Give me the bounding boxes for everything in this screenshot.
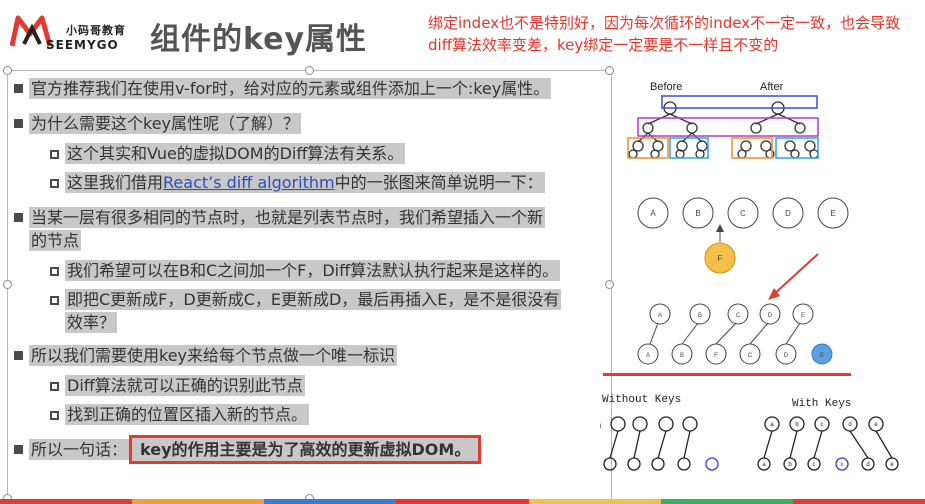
node-label: F — [714, 353, 718, 359]
node-label: C — [736, 313, 741, 319]
before-label: Before — [650, 81, 682, 93]
square-bullet-icon — [50, 150, 59, 159]
line-text: 官方推荐我们在使用v-for时，给对应的元素或组件添加上一个:key属性。 — [29, 78, 552, 99]
line-continuation: 的节点 — [29, 230, 82, 252]
line-text: 效率？ — [65, 312, 118, 333]
bullet-line: 当某一层有很多相同的节点时，也就是列表节点时，我们希望插入一个新 — [14, 207, 546, 229]
node-label: E — [830, 209, 835, 218]
key-label: c — [813, 462, 816, 468]
line-text: 我们希望可以在B和C之间加一个F，Diff算法默认执行起来是这样的。 — [65, 260, 561, 281]
red-underline — [603, 373, 851, 376]
logo-cn-text: 小码哥教育 — [66, 24, 126, 37]
line-text: 所以一句话： — [29, 439, 130, 460]
line-text: 这里我们借用 — [67, 173, 164, 192]
node-label: B — [695, 209, 700, 218]
bullet-line: 所以一句话： key的作用主要是为了高效的更新虚拟DOM。 — [14, 435, 482, 464]
bottom-color-bar — [0, 499, 925, 504]
key-label: d — [866, 462, 869, 468]
node-label: E — [801, 313, 805, 319]
bullet-icon — [14, 351, 23, 360]
node-label: A — [646, 353, 650, 359]
key-label: e — [890, 462, 894, 468]
key-label: c — [821, 422, 824, 428]
line-text: 找到正确的位置区插入新的节点。 — [65, 404, 310, 425]
line-text: 即把C更新成F，D更新成C，E更新成D，最后再插入E，是不是很没有 — [65, 289, 562, 310]
node-label: D — [768, 313, 773, 319]
square-bullet-icon — [50, 411, 59, 420]
node-label: A — [658, 313, 662, 319]
resize-handle[interactable] — [3, 66, 12, 75]
node-label: D — [784, 353, 789, 359]
react-diff-link[interactable]: React’s diff algorithm — [163, 173, 335, 192]
key-label: a — [770, 422, 774, 428]
line-text: 中的一张图来简单说明一下： — [334, 173, 543, 192]
node-label: E — [820, 353, 824, 359]
bullet-icon — [14, 213, 23, 222]
bullet-icon — [14, 119, 23, 128]
node-label: A — [650, 209, 656, 218]
node-label: F — [718, 254, 723, 263]
key-label: b — [795, 422, 799, 428]
node-label: B — [680, 353, 684, 359]
logo-en-text: SEEMYGO — [46, 38, 119, 52]
bullet-line: 所以我们需要使用key来给每个节点做一个唯一标识 — [14, 345, 398, 367]
sub-bullet-line: Diff算法就可以正确的识别此节点 — [50, 375, 305, 397]
line-text: 的节点 — [29, 230, 82, 251]
key-label: a — [762, 462, 766, 468]
node-label: C — [740, 209, 746, 218]
bullet-line: 为什么需要这个key属性呢（了解）？ — [14, 113, 302, 135]
key-label: e — [874, 422, 878, 428]
annotation-note: 绑定index也不是特别好，因为每次循环的index不一定一致，也会导致diff… — [428, 14, 901, 54]
key-label: x — [841, 462, 844, 468]
node-label: D — [785, 209, 791, 218]
line-text: 这个其实和Vue的虚拟DOM的Diff算法有关系。 — [65, 143, 406, 164]
without-keys-label: Without Keys — [602, 394, 681, 406]
sub-bullet-line: 找到正确的位置区插入新的节点。 — [50, 404, 310, 426]
key-label: b — [788, 462, 792, 468]
square-bullet-icon — [50, 179, 59, 188]
sub-bullet-line: 我们希望可以在B和C之间加一个F，Diff算法默认执行起来是这样的。 — [50, 260, 561, 282]
resize-handle[interactable] — [305, 66, 314, 75]
square-bullet-icon — [50, 267, 59, 276]
bullet-line: 官方推荐我们在使用v-for时，给对应的元素或组件添加上一个:key属性。 — [14, 78, 552, 100]
bullet-icon — [14, 84, 23, 93]
diff-diagram: Before After A B C D E F A B C D E A B F… — [600, 81, 899, 471]
line-text: 为什么需要这个key属性呢（了解）？ — [29, 113, 302, 134]
key-label: d — [848, 422, 851, 428]
after-label: After — [760, 81, 784, 93]
slide-title: 组件的key属性 — [150, 22, 368, 57]
line-text: 所以我们需要使用key来给每个节点做一个唯一标识 — [29, 345, 398, 366]
sub-bullet-line: 这个其实和Vue的虚拟DOM的Diff算法有关系。 — [50, 143, 406, 165]
sub-bullet-line: 这里我们借用React’s diff algorithm中的一张图来简单说明一下… — [50, 172, 545, 194]
sub-bullet-line: 即把C更新成F，D更新成C，E更新成D，最后再插入E，是不是很没有 — [50, 289, 562, 311]
square-bullet-icon — [50, 382, 59, 391]
key-conclusion-box: key的作用主要是为了高效的更新虚拟DOM。 — [129, 435, 482, 464]
logo: 小码哥教育 SEEMYGO — [10, 14, 130, 54]
line-text: 当某一层有很多相同的节点时，也就是列表节点时，我们希望插入一个新 — [29, 207, 546, 228]
resize-handle[interactable] — [3, 280, 12, 289]
node-label: B — [698, 313, 702, 319]
with-keys-label: With Keys — [792, 398, 851, 410]
square-bullet-icon — [50, 296, 59, 305]
node-label: C — [748, 353, 753, 359]
line-text: Diff算法就可以正确的识别此节点 — [65, 375, 305, 396]
bullet-icon — [14, 445, 23, 454]
line-continuation: 效率？ — [65, 312, 118, 334]
